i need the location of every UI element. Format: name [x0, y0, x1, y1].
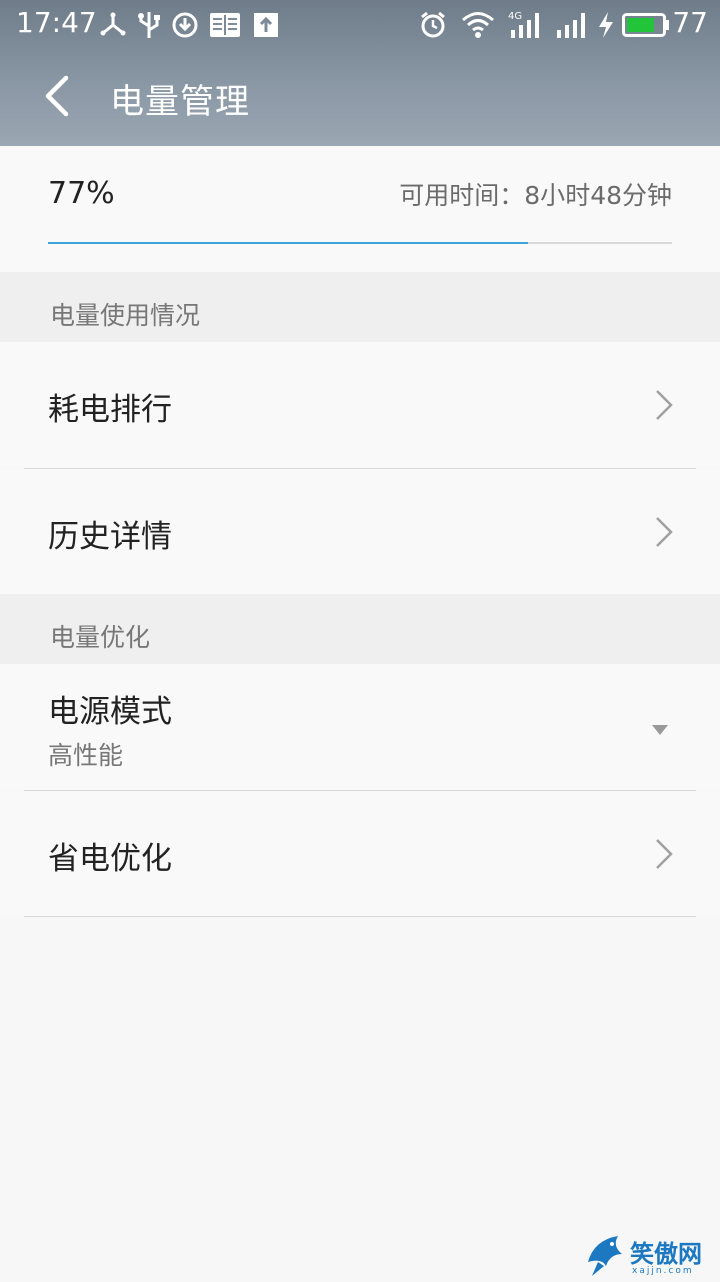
- chevron-right-icon: [652, 836, 676, 872]
- row-label: 历史详情: [48, 519, 172, 555]
- battery-percent-status: 77: [672, 6, 708, 39]
- row-label: 耗电排行: [48, 392, 172, 428]
- section-title: 电量使用情况: [50, 301, 201, 330]
- battery-level-fill: [48, 242, 529, 244]
- chevron-right-icon: [652, 514, 676, 550]
- signal-4g-icon: 4G: [506, 10, 544, 40]
- download-icon: [170, 10, 200, 40]
- share-icon: [98, 10, 128, 40]
- battery-summary: 77% 可用时间：8小时48分钟: [0, 146, 720, 272]
- upload-icon: [252, 10, 280, 40]
- svg-text:4G: 4G: [508, 11, 522, 22]
- chevron-right-icon: [652, 387, 676, 423]
- status-bar: 17:47 4G 77: [0, 0, 720, 50]
- row-history-details[interactable]: 历史详情: [0, 469, 720, 594]
- title-bar: 电量管理: [0, 50, 720, 146]
- watermark-text: 笑傲网: [630, 1240, 702, 1268]
- section-header-usage: 电量使用情况: [0, 272, 720, 342]
- power-mode-value: 高性能: [48, 741, 124, 770]
- section-title: 电量优化: [50, 623, 151, 652]
- row-label: 电源模式: [48, 694, 172, 730]
- back-button[interactable]: [28, 70, 84, 126]
- alarm-icon: [418, 10, 448, 40]
- chevron-left-icon: [42, 74, 70, 122]
- app-header: 17:47 4G 77 电量管理: [0, 0, 720, 146]
- remaining-time: 可用时间：8小时48分钟: [399, 181, 672, 210]
- divider: [24, 916, 696, 917]
- shark-logo-icon: [584, 1232, 628, 1282]
- watermark-logo: 笑傲网 xajjn.com: [582, 1228, 720, 1280]
- row-label: 省电优化: [48, 841, 172, 877]
- dropdown-triangle-icon: [650, 721, 670, 735]
- charging-icon: [596, 10, 616, 40]
- page-title: 电量管理: [110, 82, 250, 122]
- battery-icon: [622, 10, 670, 40]
- row-power-ranking[interactable]: 耗电排行: [0, 342, 720, 468]
- wifi-icon: [460, 10, 496, 40]
- battery-level-bar: [48, 242, 672, 244]
- usb-icon: [136, 10, 162, 40]
- watermark-url: xajjn.com: [632, 1266, 694, 1276]
- row-power-saving[interactable]: 省电优化: [0, 791, 720, 916]
- section-header-optimization: 电量优化: [0, 594, 720, 664]
- battery-percent: 77%: [48, 176, 115, 211]
- status-time: 17:47: [16, 6, 97, 39]
- signal-icon: [552, 10, 590, 40]
- row-power-mode[interactable]: 电源模式 高性能: [0, 664, 720, 790]
- reader-icon: [208, 10, 242, 40]
